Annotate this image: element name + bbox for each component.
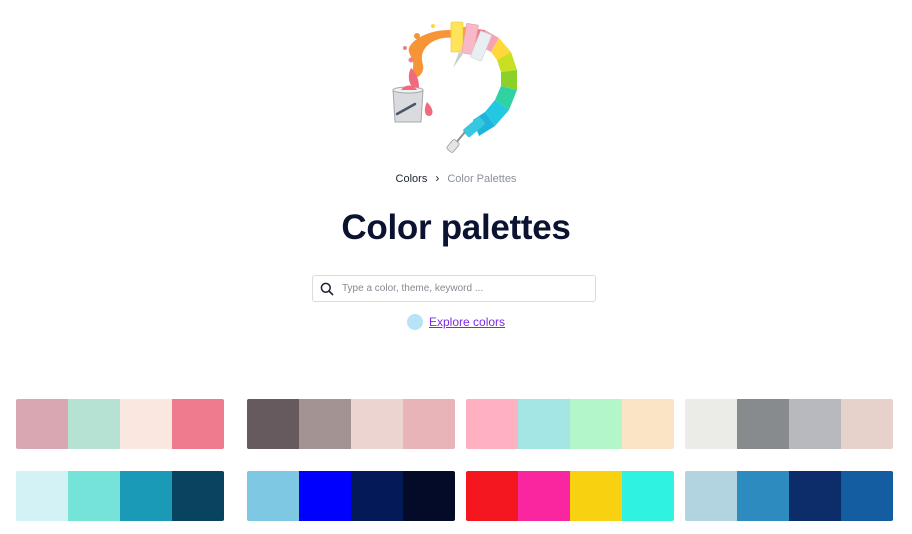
palette-swatch[interactable] [172, 399, 224, 449]
palette-swatch[interactable] [789, 471, 841, 521]
palette-swatch[interactable] [16, 471, 68, 521]
palette-swatch[interactable] [68, 471, 120, 521]
palette-card-5[interactable] [16, 471, 224, 521]
palette-swatch[interactable] [351, 471, 403, 521]
chevron-right-icon: › [435, 171, 440, 185]
palette-swatch[interactable] [172, 471, 224, 521]
palette-swatch[interactable] [299, 399, 351, 449]
palette-swatch[interactable] [403, 399, 455, 449]
palette-swatch[interactable] [466, 399, 518, 449]
palette-card-1[interactable] [16, 399, 224, 449]
search-input[interactable] [340, 282, 584, 295]
palette-swatch[interactable] [120, 471, 172, 521]
palette-swatch[interactable] [841, 399, 893, 449]
palette-card-2[interactable] [247, 399, 455, 449]
palette-swatch[interactable] [622, 471, 674, 521]
palette-swatch[interactable] [789, 399, 841, 449]
explore-colors-link[interactable]: Explore colors [407, 314, 505, 330]
palette-card-6[interactable] [247, 471, 455, 521]
palette-card-3[interactable] [466, 399, 674, 449]
palette-swatch[interactable] [841, 471, 893, 521]
palette-swatch[interactable] [685, 399, 737, 449]
palette-swatch[interactable] [299, 471, 351, 521]
paint-wheel-illustration-icon [392, 21, 517, 153]
page-title: Color palettes [341, 208, 571, 247]
palette-card-8[interactable] [685, 471, 893, 521]
palette-swatch[interactable] [622, 399, 674, 449]
search-icon [320, 282, 334, 295]
palette-swatch[interactable] [68, 399, 120, 449]
color-palettes-page: Colors › Color Palettes Color palettes E… [0, 0, 912, 534]
palette-swatch[interactable] [518, 399, 570, 449]
explore-colors-swatch-icon [407, 314, 423, 330]
breadcrumb-current: Color Palettes [447, 173, 517, 185]
breadcrumb-link-colors[interactable]: Colors [396, 173, 428, 185]
palette-card-7[interactable] [466, 471, 674, 521]
palette-swatch[interactable] [737, 399, 789, 449]
palette-swatch[interactable] [351, 399, 403, 449]
breadcrumb: Colors › Color Palettes [0, 171, 912, 185]
search-box[interactable] [312, 275, 596, 302]
palette-swatch[interactable] [570, 471, 622, 521]
palette-swatch[interactable] [570, 399, 622, 449]
palette-swatch[interactable] [737, 471, 789, 521]
palette-swatch[interactable] [120, 399, 172, 449]
palette-swatch[interactable] [518, 471, 570, 521]
palette-swatch[interactable] [247, 471, 299, 521]
palette-card-4[interactable] [685, 399, 893, 449]
palette-swatch[interactable] [16, 399, 68, 449]
palette-swatch[interactable] [466, 471, 518, 521]
palette-swatch[interactable] [685, 471, 737, 521]
explore-colors-label[interactable]: Explore colors [429, 315, 505, 329]
palette-swatch[interactable] [247, 399, 299, 449]
palette-swatch[interactable] [403, 471, 455, 521]
